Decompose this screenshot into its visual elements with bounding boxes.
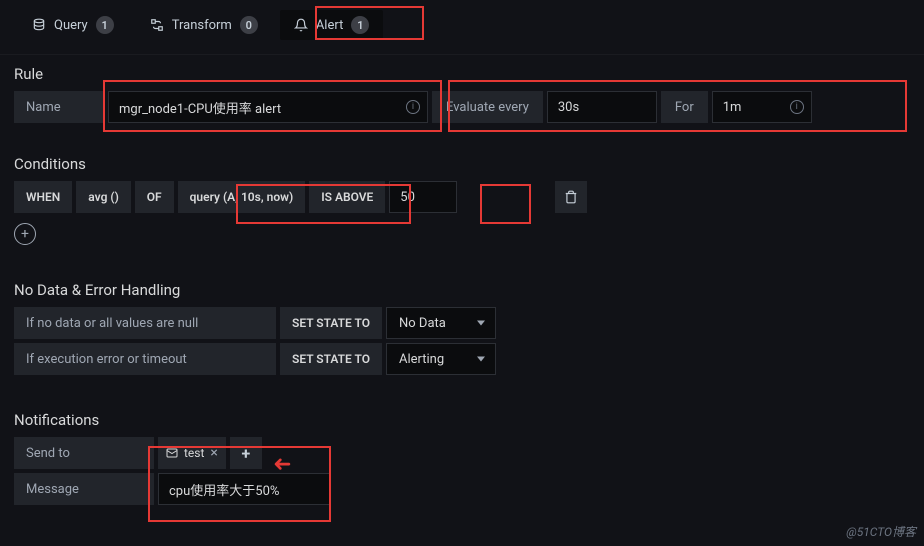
cond-query[interactable]: query (A, 10s, now) bbox=[178, 181, 306, 213]
tab-query-count: 1 bbox=[96, 16, 114, 34]
rule-name-label: Name bbox=[14, 91, 104, 123]
tab-alert-label: Alert bbox=[316, 18, 344, 33]
rule-eval-input[interactable] bbox=[547, 91, 657, 123]
notification-channel-chip[interactable]: test × bbox=[158, 437, 226, 469]
cond-of[interactable]: OF bbox=[135, 181, 174, 213]
execerr-setstate: SET STATE TO bbox=[280, 343, 382, 375]
tab-query[interactable]: Query 1 bbox=[18, 10, 128, 40]
trash-icon bbox=[564, 190, 578, 204]
add-condition-button[interactable]: + bbox=[14, 223, 36, 245]
rule-for-label: For bbox=[661, 91, 708, 123]
execerr-label: If execution error or timeout bbox=[14, 343, 276, 375]
tab-query-label: Query bbox=[54, 18, 88, 33]
watermark: @51CTO博客 bbox=[846, 523, 916, 540]
rule-eval-label: Evaluate every bbox=[432, 91, 543, 123]
tab-alert-count: 1 bbox=[351, 16, 369, 34]
tab-transform[interactable]: Transform 0 bbox=[136, 10, 272, 40]
cond-when[interactable]: WHEN bbox=[14, 181, 72, 213]
info-icon[interactable]: i bbox=[790, 100, 804, 114]
nodata-state-select[interactable]: No Data bbox=[386, 307, 496, 339]
tab-transform-label: Transform bbox=[172, 18, 232, 33]
tab-alert[interactable]: Alert 1 bbox=[280, 10, 384, 40]
close-icon[interactable]: × bbox=[210, 445, 217, 461]
cond-aggregate[interactable]: avg () bbox=[76, 181, 130, 213]
nodata-label: If no data or all values are null bbox=[14, 307, 276, 339]
sendto-label: Send to bbox=[14, 437, 154, 469]
delete-condition-button[interactable] bbox=[555, 181, 587, 213]
cond-threshold-input[interactable] bbox=[389, 181, 457, 213]
bell-icon bbox=[294, 18, 308, 32]
rule-title: Rule bbox=[14, 65, 924, 83]
cond-isabove[interactable]: IS ABOVE bbox=[309, 181, 385, 213]
errorhandling-title: No Data & Error Handling bbox=[14, 281, 924, 299]
conditions-title: Conditions bbox=[14, 155, 924, 173]
rule-name-input[interactable] bbox=[108, 91, 428, 123]
tab-transform-count: 0 bbox=[240, 16, 258, 34]
execerr-state-select[interactable]: Alerting bbox=[386, 343, 496, 375]
mail-icon bbox=[166, 447, 178, 459]
plus-icon: + bbox=[242, 444, 251, 463]
transform-icon bbox=[150, 18, 164, 32]
notification-channel-name: test bbox=[184, 446, 204, 460]
database-icon bbox=[32, 18, 46, 32]
notifications-title: Notifications bbox=[14, 411, 924, 429]
message-label: Message bbox=[14, 473, 154, 505]
nodata-setstate: SET STATE TO bbox=[280, 307, 382, 339]
arrow-icon: ➜ bbox=[273, 452, 291, 477]
add-channel-button[interactable]: + bbox=[230, 437, 262, 469]
message-input[interactable] bbox=[158, 473, 330, 505]
info-icon[interactable]: i bbox=[406, 100, 420, 114]
